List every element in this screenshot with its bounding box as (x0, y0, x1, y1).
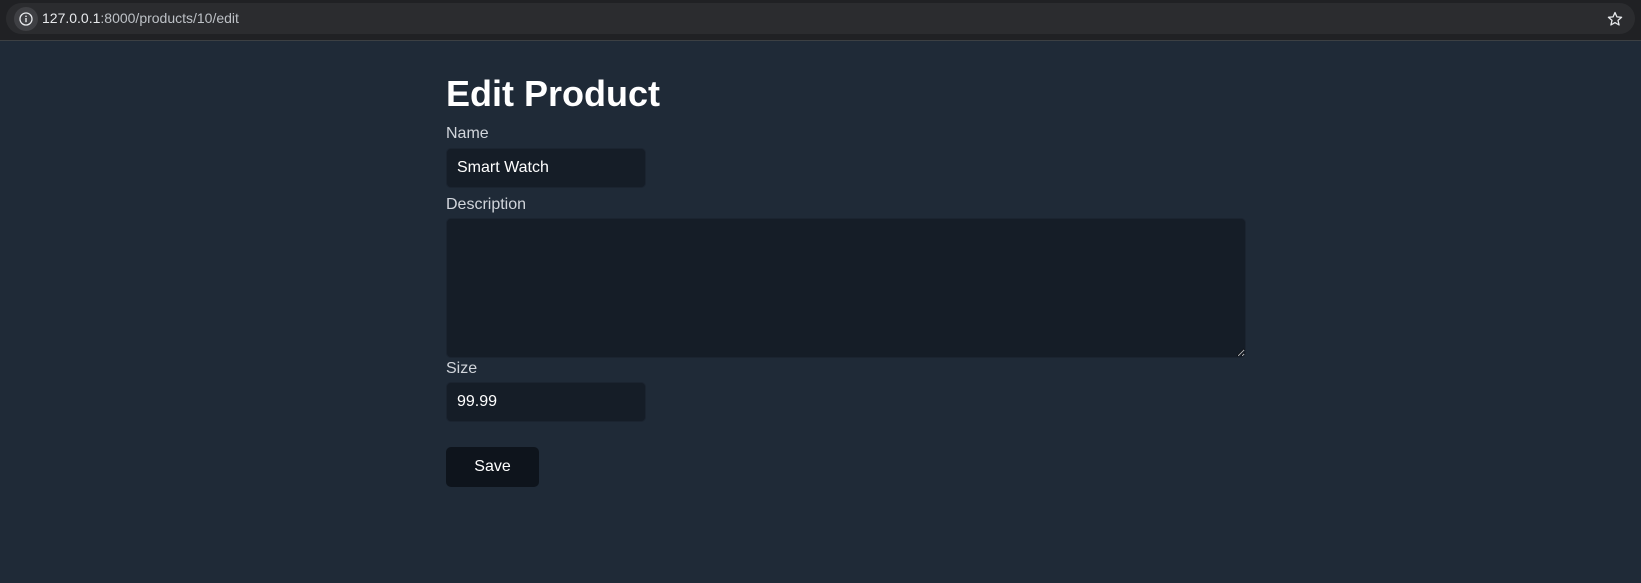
bookmark-star-icon[interactable] (1605, 9, 1625, 29)
url-text[interactable]: 127.0.0.1:8000/products/10/edit (42, 3, 239, 34)
site-info-icon[interactable] (14, 7, 38, 31)
description-label: Description (446, 196, 527, 213)
size-label: Size (446, 360, 478, 377)
browser-toolbar: 127.0.0.1:8000/products/10/edit (0, 0, 1641, 41)
name-label: Name (446, 125, 489, 142)
url-host: 127.0.0.1 (42, 10, 101, 26)
url-path: :8000/products/10/edit (100, 10, 239, 26)
name-input[interactable] (446, 148, 646, 188)
page-content: Edit Product Name Description Size Save (0, 41, 1641, 583)
save-button[interactable]: Save (446, 447, 539, 487)
size-input[interactable] (446, 382, 646, 422)
address-bar[interactable]: 127.0.0.1:8000/products/10/edit (6, 3, 1635, 34)
description-textarea[interactable] (446, 218, 1246, 358)
page-title: Edit Product (446, 73, 660, 114)
